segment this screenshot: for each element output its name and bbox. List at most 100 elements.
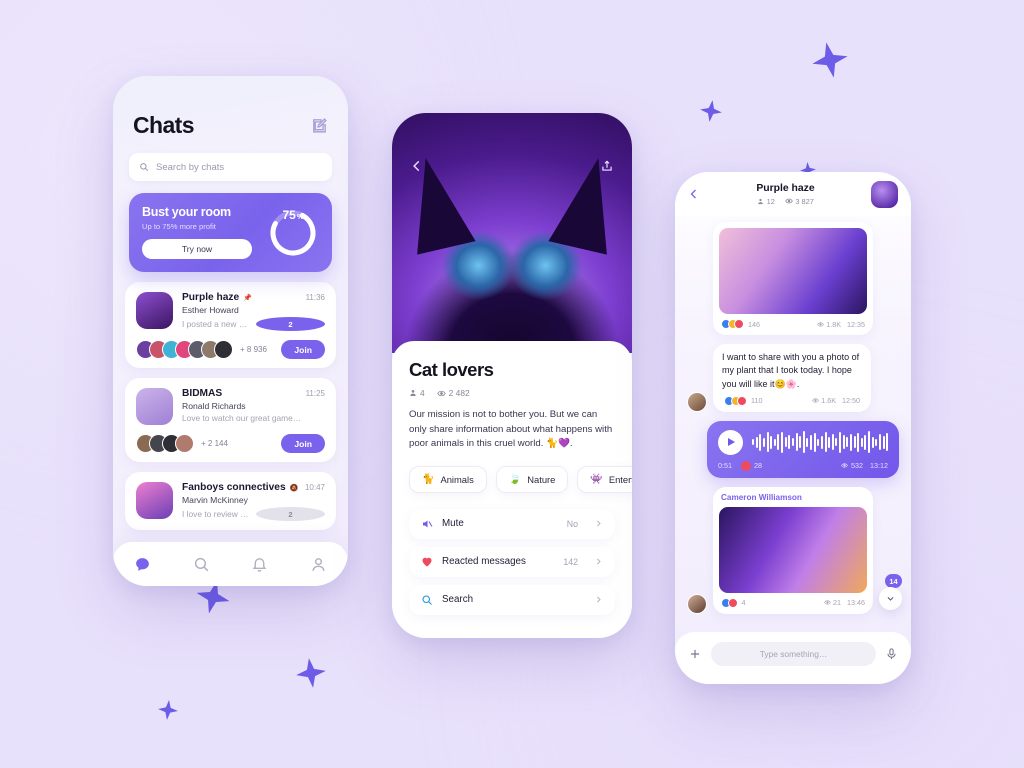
conversation-avatar[interactable] [871, 180, 898, 208]
chat-list-item[interactable]: Fanboys connectives 🔕 10:47 Marvin McKinn… [125, 472, 336, 530]
try-now-button[interactable]: Try now [142, 239, 252, 259]
message-image[interactable] [719, 506, 867, 593]
text-message-bubble[interactable]: I want to share with you a photo of my p… [713, 344, 871, 412]
progress-ring-label: 75 % [268, 208, 318, 258]
message-meta: 1.8K 12:35 [816, 320, 865, 329]
settings-row-value: 142 [563, 556, 578, 567]
chevron-left-icon[interactable] [410, 159, 424, 173]
group-views-count: 2 482 [448, 388, 470, 398]
settings-row-search[interactable]: Search [409, 584, 615, 615]
progress-ring: 75 % [268, 208, 318, 258]
message-meta: 21 13:46 [823, 598, 865, 607]
chat-avatar [136, 292, 173, 329]
tag-chip-nature[interactable]: 🍃 Nature [495, 465, 569, 493]
chat-time: 10:47 [304, 483, 325, 492]
sparkle-5 [157, 699, 179, 721]
message-meta: 1.6K 12:50 [811, 396, 860, 406]
reaction-chip [734, 319, 744, 329]
chat-list-item[interactable]: BIDMAS 11:25 Ronald Richards Love to wat… [125, 378, 336, 462]
tag-chip-entertainment[interactable]: 👾 Entertainment [577, 465, 632, 493]
voice-reactions[interactable]: 28 [741, 460, 762, 471]
scroll-to-bottom-button[interactable] [879, 587, 902, 610]
image-message-bubble[interactable]: Cameron Williamson 4 21 13:46 [713, 486, 873, 614]
settings-row-label: Reacted messages [442, 556, 526, 568]
leaf-emoji: 🍃 [508, 473, 522, 485]
group-members-stat: 4 [409, 388, 425, 398]
message-views: 1.8K [816, 320, 841, 329]
message-image[interactable] [719, 228, 867, 314]
chat-item-title-row: Purple haze 📌 11:36 [182, 292, 325, 303]
member-avatar-stack [136, 340, 233, 359]
message-reactions[interactable]: 110 [724, 395, 763, 406]
share-upload-icon[interactable] [600, 159, 614, 173]
conversation-stats: 12 3 827 [708, 197, 863, 206]
message-time: 13:12 [870, 461, 888, 471]
join-button[interactable]: Join [281, 340, 325, 359]
message-input[interactable]: Type something… [711, 642, 876, 666]
voice-message-footer: 0:51 28 532 13:12 [718, 460, 888, 471]
reaction-chip [737, 395, 747, 406]
tag-chip-animals[interactable]: 🐈 Animals [409, 465, 487, 493]
conversation-title-block: Purple haze 12 3 827 [708, 183, 863, 206]
group-views-stat: 2 482 [436, 388, 470, 398]
reaction-count: 110 [751, 396, 763, 406]
chat-list-item[interactable]: Purple haze 📌 11:36 Esther Howard I poste… [125, 282, 336, 368]
chat-item-top: Purple haze 📌 11:36 Esther Howard I poste… [136, 292, 325, 331]
message-reactions[interactable]: 146 [721, 319, 760, 329]
tab-search[interactable] [193, 556, 210, 573]
chats-header: Chats [113, 76, 348, 139]
plus-icon[interactable] [688, 647, 702, 661]
tag-chip-label: Nature [527, 473, 556, 485]
sparkle-4 [294, 656, 328, 690]
conversation-header: Purple haze 12 3 827 [675, 172, 911, 216]
group-stats: 4 2 482 [409, 388, 615, 398]
message-reactions[interactable]: 4 [721, 597, 746, 608]
promo-card[interactable]: Bust your room Up to 75% more profit Try… [129, 193, 332, 272]
chat-sender: Ronald Richards [182, 401, 246, 411]
bottom-tabbar [113, 542, 348, 586]
unread-count: 2 [256, 507, 325, 521]
message-row: 146 1.8K 12:35 [687, 222, 899, 335]
chat-preview-row: I love to review our joint family p… 2 [182, 507, 325, 521]
settings-row-label: Search [442, 594, 474, 606]
chat-avatar [136, 388, 173, 425]
message-time: 12:50 [842, 396, 860, 406]
search-input[interactable]: Search by chats [129, 153, 332, 181]
message-text: I want to share with you a photo of my p… [722, 352, 860, 389]
voice-duration: 0:51 [718, 461, 732, 471]
settings-row-mute[interactable]: Mute No [409, 508, 615, 539]
voice-message-bubble[interactable]: 0:51 28 532 13:12 [707, 420, 899, 478]
chevron-right-icon [594, 595, 603, 604]
sender-avatar [687, 593, 707, 614]
message-row: I want to share with you a photo of my p… [687, 344, 899, 412]
chat-item-text: BIDMAS 11:25 Ronald Richards Love to wat… [182, 388, 325, 425]
chevron-down-icon [886, 594, 895, 603]
chat-item-text: Purple haze 📌 11:36 Esther Howard I poste… [182, 292, 325, 331]
message-views: 21 [823, 598, 841, 607]
message-row: Cameron Williamson 4 21 13:46 [687, 486, 899, 614]
search-placeholder: Search by chats [156, 161, 225, 173]
chat-preview: I love to review our joint family p… [182, 509, 251, 519]
reaction-count: 4 [741, 598, 746, 608]
chevron-left-icon[interactable] [688, 188, 700, 200]
reaction-count: 146 [748, 319, 760, 329]
join-button[interactable]: Join [281, 434, 325, 453]
play-button[interactable] [718, 429, 743, 455]
members-more-count: + 8 936 [240, 345, 267, 354]
muted-icon: 🔕 [289, 484, 299, 492]
phone-conversation-screen: Purple haze 12 3 827 146 1.8K 12:35 I wa… [675, 172, 911, 684]
chat-item-title-row: Fanboys connectives 🔕 10:47 [182, 482, 325, 493]
group-title: Cat lovers [409, 359, 494, 380]
tab-chats[interactable] [134, 556, 151, 573]
tab-notifications[interactable] [251, 556, 268, 573]
tab-profile[interactable] [310, 556, 327, 573]
reaction-chip [727, 597, 738, 608]
image-message-bubble[interactable]: 146 1.8K 12:35 [713, 222, 873, 335]
group-members-count: 4 [420, 388, 425, 398]
voice-player [718, 429, 889, 455]
chat-item-text: Fanboys connectives 🔕 10:47 Marvin McKinn… [182, 482, 325, 521]
edit-square-icon[interactable] [311, 117, 328, 134]
settings-row-reacted-messages[interactable]: Reacted messages 142 [409, 546, 615, 577]
message-sender-name: Cameron Williamson [721, 492, 802, 502]
microphone-icon[interactable] [885, 647, 898, 661]
